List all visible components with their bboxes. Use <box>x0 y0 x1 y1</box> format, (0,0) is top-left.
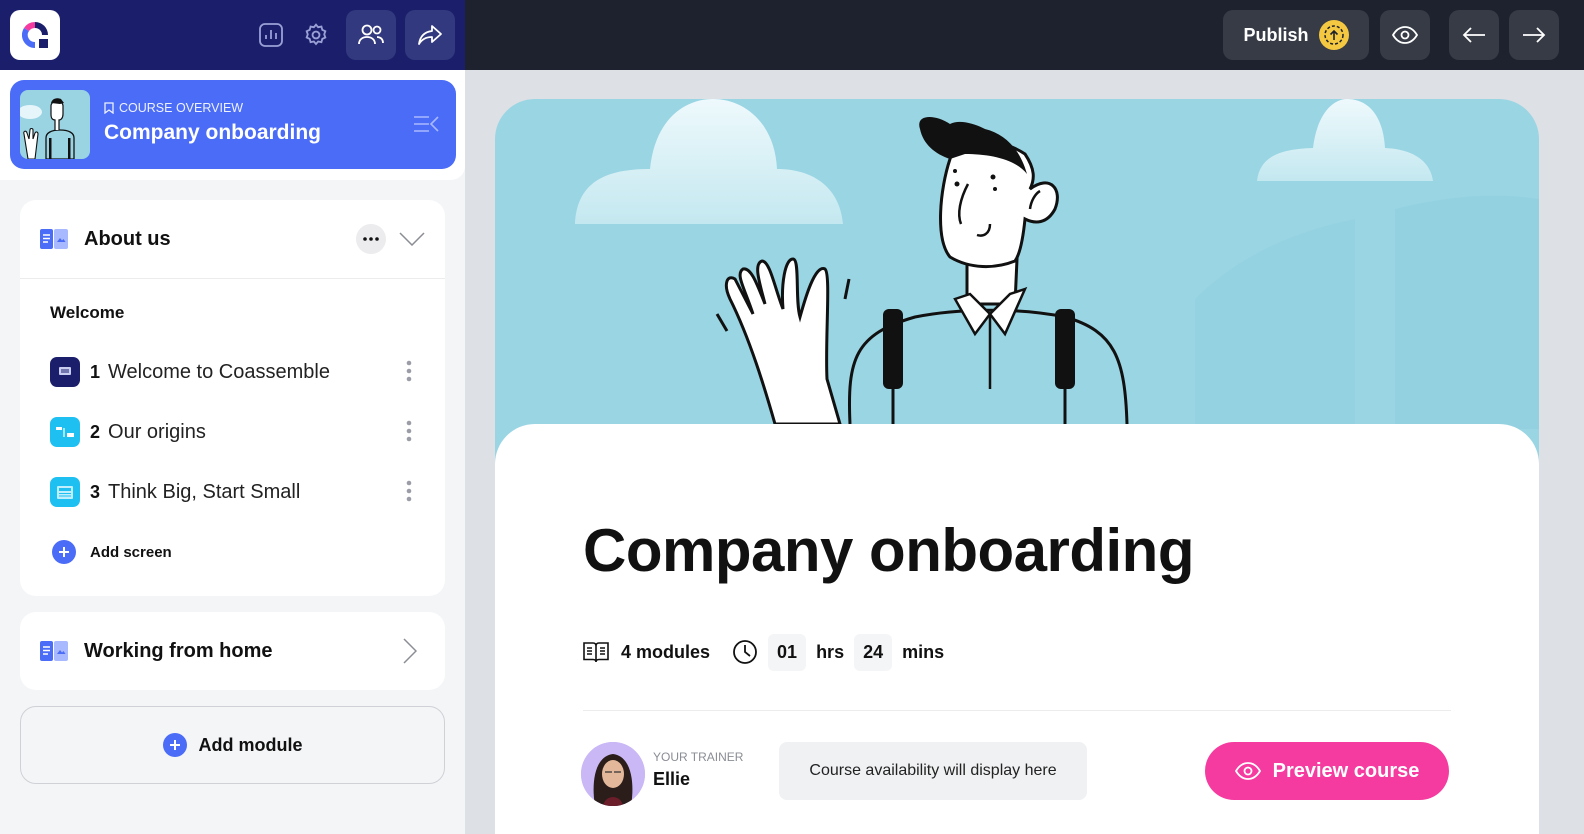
forward-button[interactable] <box>1509 10 1559 60</box>
trainer-photo <box>581 742 645 806</box>
arrow-right-icon <box>1523 27 1546 43</box>
analytics-icon <box>259 23 283 47</box>
module-title: About us <box>84 227 171 250</box>
back-button[interactable] <box>1449 10 1499 60</box>
more-vertical-icon[interactable] <box>406 420 412 442</box>
screen-number: 1 <box>90 361 101 382</box>
course-availability[interactable]: Course availability will display here <box>779 742 1087 800</box>
add-screen-label: Add screen <box>90 543 172 561</box>
plus-icon <box>52 540 76 564</box>
logo-icon <box>21 21 48 49</box>
course-thumbnail <box>20 90 90 159</box>
upload-circle-icon <box>1318 20 1349 50</box>
trainer-avatar[interactable] <box>581 742 645 806</box>
more-vertical-icon[interactable] <box>406 360 412 382</box>
screen-title: Our origins <box>108 420 206 443</box>
trainer-kicker: YOUR TRAINER <box>653 750 744 764</box>
chevron-down-icon[interactable] <box>399 232 425 246</box>
course-card-title: Company onboarding <box>104 121 321 144</box>
collapse-sidebar-button[interactable] <box>412 114 440 138</box>
trainer-name: Ellie <box>653 769 691 789</box>
screen-title: Welcome to Coassemble <box>108 360 330 383</box>
screen-row[interactable]: 2 Our origins <box>50 416 420 448</box>
course-overview-card[interactable]: COURSE OVERVIEW Company onboarding <box>10 80 456 169</box>
course-illustration <box>20 98 75 159</box>
clock-icon <box>733 640 757 664</box>
add-screen-button[interactable]: Add screen <box>52 540 172 564</box>
preview-eye-button[interactable] <box>1380 10 1430 60</box>
course-info-card: Company onboarding 4 modules 01 hrs 24 m… <box>495 424 1539 834</box>
kicker-label: COURSE OVERVIEW <box>119 101 244 115</box>
screen-title: Think Big, Start Small <box>108 480 301 503</box>
eye-icon <box>1392 26 1418 44</box>
module-card-working-from-home[interactable]: Working from home <box>20 612 445 690</box>
preview-course-button[interactable]: Preview course <box>1205 742 1449 800</box>
module-more-button[interactable] <box>356 224 386 254</box>
top-toolbar-left <box>0 0 465 70</box>
section-label: Welcome <box>50 303 125 322</box>
more-horizontal-icon <box>363 237 379 241</box>
module-header[interactable]: Working from home <box>20 612 445 690</box>
publish-button[interactable]: Publish <box>1223 10 1369 60</box>
list-screen-icon <box>50 477 80 507</box>
preview-course-label: Preview course <box>1272 759 1420 782</box>
users-button[interactable] <box>346 10 396 60</box>
screen-number: 3 <box>90 481 101 502</box>
duration-minutes[interactable]: 24 <box>854 633 893 671</box>
minutes-unit: mins <box>902 641 945 662</box>
course-title[interactable]: Company onboarding <box>583 516 1194 585</box>
module-icon <box>40 229 68 249</box>
add-module-button[interactable]: Add module <box>20 706 445 784</box>
top-toolbar-right: Publish <box>465 0 1584 70</box>
sidebar: COURSE OVERVIEW Company onboarding About… <box>0 70 465 834</box>
eye-icon <box>1234 762 1261 780</box>
module-icon <box>40 641 68 661</box>
users-icon <box>358 24 384 45</box>
duration-hours[interactable]: 01 <box>768 633 807 671</box>
book-icon <box>583 642 609 663</box>
cover-illustration <box>575 99 1539 429</box>
settings-button[interactable] <box>291 10 341 60</box>
coassemble-logo[interactable] <box>10 10 60 60</box>
modules-count: 4 modules <box>621 641 711 662</box>
collapse-menu-icon <box>414 116 439 132</box>
course-meta: 4 modules 01 hrs 24 mins <box>583 632 944 672</box>
chevron-right-icon[interactable] <box>403 638 417 664</box>
screen-row[interactable]: 1 Welcome to Coassemble <box>50 356 420 388</box>
publish-label: Publish <box>1243 24 1309 45</box>
plus-icon <box>162 733 187 757</box>
bookmark-icon <box>104 102 114 114</box>
divider <box>583 710 1451 711</box>
analytics-button[interactable] <box>246 10 296 60</box>
flow-screen-icon <box>50 417 80 447</box>
screen-row[interactable]: 3 Think Big, Start Small <box>50 476 420 508</box>
share-icon <box>418 25 442 45</box>
add-module-label: Add module <box>198 734 303 755</box>
module-title: Working from home <box>84 639 273 662</box>
text-screen-icon <box>50 357 80 387</box>
screen-number: 2 <box>90 421 101 442</box>
arrow-left-icon <box>1462 27 1485 43</box>
gear-icon <box>305 23 327 46</box>
more-vertical-icon[interactable] <box>406 480 412 502</box>
module-header[interactable]: About us <box>20 200 445 278</box>
hours-unit: hrs <box>816 641 845 662</box>
module-card-about-us: About us Welcome 1 Welcome to Coassemble… <box>20 200 445 596</box>
share-button[interactable] <box>405 10 455 60</box>
course-overview-kicker: COURSE OVERVIEW <box>104 101 243 115</box>
